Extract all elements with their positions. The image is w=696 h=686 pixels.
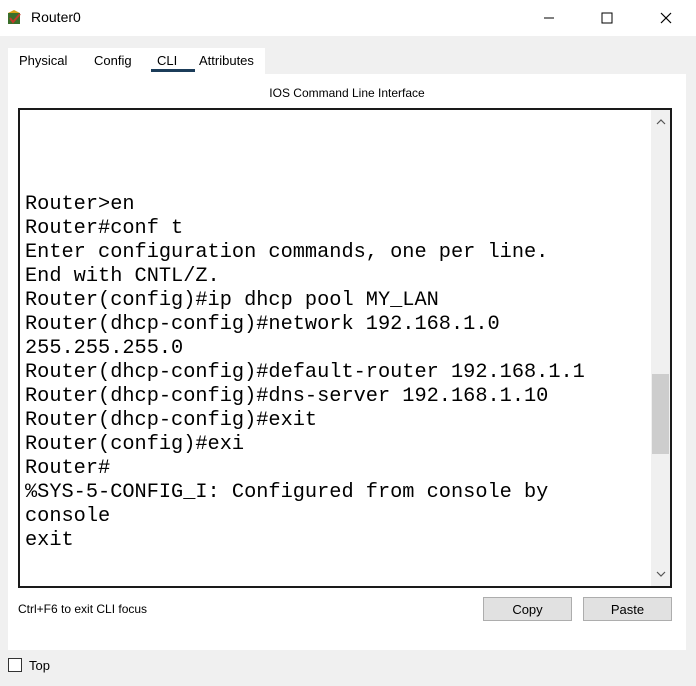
- minimize-icon: [544, 17, 554, 19]
- paste-button[interactable]: Paste: [583, 597, 672, 621]
- scroll-thumb[interactable]: [652, 374, 669, 454]
- cli-header: IOS Command Line Interface: [269, 86, 425, 100]
- console-scrollbar[interactable]: [651, 110, 670, 586]
- title-bar: Router0: [0, 0, 696, 36]
- cli-console[interactable]: Router>en Router#conf t Enter configurat…: [18, 108, 672, 588]
- close-icon: [660, 12, 672, 24]
- minimize-button[interactable]: [520, 0, 578, 36]
- maximize-icon: [601, 12, 613, 24]
- top-checkbox-label: Top: [29, 658, 50, 673]
- tab-physical[interactable]: Physical: [19, 48, 67, 74]
- copy-button[interactable]: Copy: [483, 597, 572, 621]
- cli-focus-hint: Ctrl+F6 to exit CLI focus: [18, 602, 148, 616]
- router-app-icon: [6, 9, 24, 27]
- tab-config[interactable]: Config: [94, 48, 132, 74]
- window-title: Router0: [31, 9, 81, 25]
- chevron-down-icon: [656, 571, 665, 577]
- scroll-down-button[interactable]: [651, 564, 670, 584]
- tab-bar: Physical Config CLI Attributes: [8, 48, 265, 74]
- console-output[interactable]: Router>en Router#conf t Enter configurat…: [25, 110, 585, 553]
- scroll-up-button[interactable]: [651, 112, 670, 132]
- chevron-up-icon: [656, 119, 665, 125]
- maximize-button[interactable]: [578, 0, 636, 36]
- active-tab-indicator: [151, 69, 195, 72]
- close-button[interactable]: [637, 0, 695, 36]
- tab-attributes[interactable]: Attributes: [199, 48, 254, 74]
- top-checkbox[interactable]: [8, 658, 22, 672]
